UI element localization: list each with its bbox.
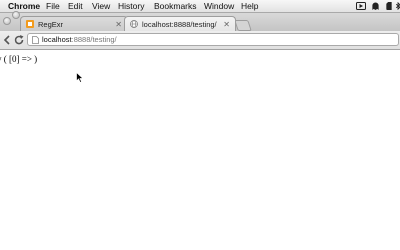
window-close-button[interactable] bbox=[3, 17, 11, 25]
url-path: :8888/testing/ bbox=[71, 35, 117, 44]
menu-bar: Chrome File Edit View History Bookmarks … bbox=[0, 0, 400, 13]
url-text: localhost:8888/testing/ bbox=[42, 34, 117, 46]
tab-localhost[interactable]: localhost:8888/testing/ ✕ bbox=[124, 16, 236, 31]
menu-window[interactable]: Window bbox=[204, 0, 234, 12]
tab-title: localhost:8888/testing/ bbox=[142, 20, 217, 29]
menu-help[interactable]: Help bbox=[241, 0, 258, 12]
tab-regexr[interactable]: RegExr ✕ bbox=[20, 16, 128, 31]
new-tab-button[interactable] bbox=[234, 20, 252, 31]
page-content: y ( [0] => ) bbox=[0, 50, 400, 250]
php-output-text: y ( [0] => ) bbox=[0, 54, 38, 64]
evernote-icon[interactable] bbox=[385, 2, 393, 10]
globe-favicon-icon bbox=[130, 20, 138, 28]
tab-close-icon[interactable]: ✕ bbox=[223, 17, 230, 32]
menu-view[interactable]: View bbox=[92, 0, 110, 12]
regexr-favicon-icon bbox=[26, 20, 34, 28]
window-minimize-button[interactable] bbox=[12, 11, 20, 19]
tab-title: RegExr bbox=[38, 20, 64, 29]
reload-icon[interactable] bbox=[13, 34, 25, 46]
menu-edit[interactable]: Edit bbox=[68, 0, 83, 12]
back-icon[interactable] bbox=[1, 34, 13, 46]
page-icon bbox=[32, 36, 39, 44]
mouse-cursor-icon bbox=[76, 72, 84, 83]
address-bar[interactable]: localhost:8888/testing/ bbox=[27, 33, 399, 46]
screen-record-icon[interactable] bbox=[356, 2, 366, 10]
tab-close-icon[interactable]: ✕ bbox=[115, 17, 122, 32]
menu-history[interactable]: History bbox=[118, 0, 144, 12]
ghost-icon[interactable] bbox=[371, 2, 380, 10]
browser-toolbar: localhost:8888/testing/ bbox=[0, 31, 400, 50]
bluetooth-icon[interactable] bbox=[396, 2, 400, 10]
menu-app-chrome[interactable]: Chrome bbox=[8, 0, 40, 12]
tab-strip: RegExr ✕ localhost:8888/testing/ ✕ bbox=[0, 11, 400, 31]
menu-bookmarks[interactable]: Bookmarks bbox=[154, 0, 197, 12]
url-host: localhost bbox=[42, 35, 72, 44]
menu-file[interactable]: File bbox=[46, 0, 60, 12]
